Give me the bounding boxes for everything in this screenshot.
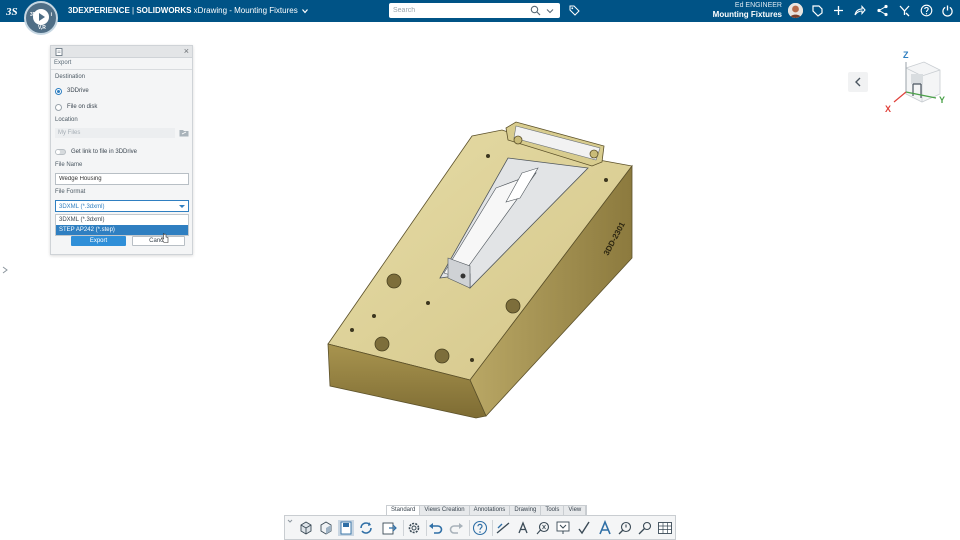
redo-icon[interactable] — [448, 520, 464, 536]
note-icon[interactable] — [637, 520, 653, 536]
axis-y-label: Y — [939, 95, 945, 105]
search-options-chevron-icon[interactable] — [546, 7, 554, 15]
toolbar-separator — [492, 520, 493, 536]
chevron-down-icon[interactable] — [287, 518, 293, 524]
tab-drawing[interactable]: Drawing — [510, 506, 542, 515]
tab-annotations[interactable]: Annotations — [470, 506, 511, 515]
avatar[interactable] — [788, 3, 803, 18]
divider — [51, 69, 192, 70]
axis-x-label: X — [885, 104, 891, 114]
surface-finish-icon[interactable] — [577, 520, 593, 536]
ds-logo-icon[interactable]: 3S — [6, 3, 20, 19]
user-info[interactable]: Ed ENGINEER Mounting Fixtures — [713, 2, 782, 20]
search-box — [389, 3, 560, 18]
network-icon[interactable] — [876, 4, 889, 17]
datum-feature-icon[interactable] — [555, 520, 571, 536]
tab-tools[interactable]: Tools — [541, 506, 565, 515]
toolbar-separator — [403, 520, 404, 536]
search-input[interactable] — [393, 5, 523, 16]
user-name: Ed ENGINEER — [734, 2, 782, 9]
help-icon[interactable] — [920, 4, 933, 17]
location-field: My Files — [55, 128, 175, 138]
update-icon[interactable] — [358, 520, 374, 536]
chevron-down-icon — [179, 205, 185, 208]
file-name-field[interactable] — [55, 173, 189, 185]
help-icon[interactable] — [472, 520, 488, 536]
get-link-toggle[interactable] — [55, 149, 66, 155]
brand-prefix: 3DEXPERIENCE — [68, 6, 130, 15]
app-title[interactable]: 3DEXPERIENCE | SOLIDWORKS xDrawing - Mou… — [68, 6, 308, 15]
radio-3ddrive-label[interactable]: 3DDrive — [67, 88, 89, 94]
brand-name: SOLIDWORKS — [136, 6, 192, 15]
projected-view-icon[interactable] — [318, 520, 334, 536]
collapse-panel-button[interactable] — [848, 72, 868, 92]
search-icon[interactable] — [530, 5, 541, 16]
mouse-cursor-icon — [161, 233, 169, 243]
add-icon[interactable] — [832, 4, 845, 17]
radio-3ddrive[interactable] — [55, 88, 62, 95]
smart-dimension-icon[interactable] — [617, 520, 633, 536]
file-format-value: 3DXML (*.3dxml) — [59, 204, 105, 210]
document-icon — [55, 48, 63, 56]
export-panel: × Export Destination 3DDrive File on dis… — [50, 45, 193, 255]
collab-space: Mounting Fixtures — [712, 10, 782, 19]
axis-z-label: Z — [903, 50, 909, 60]
location-label: Location — [55, 117, 78, 123]
action-bar — [284, 515, 676, 540]
svg-text:3S: 3S — [6, 6, 18, 18]
panel-header[interactable]: × — [51, 46, 192, 58]
side-panel-expand-icon[interactable] — [2, 266, 9, 274]
communicate-icon[interactable] — [811, 4, 824, 17]
compass-icon[interactable]: 3D i V,R — [24, 1, 58, 35]
toolbar-separator — [426, 520, 427, 536]
share-icon[interactable] — [853, 4, 866, 17]
export-drawing-icon[interactable] — [381, 520, 397, 536]
tab-standard[interactable]: Standard — [387, 506, 421, 515]
close-icon[interactable]: × — [184, 47, 189, 56]
top-bar: 3S 3DEXPERIENCE | SOLIDWORKS xDrawing - … — [0, 0, 960, 22]
avatar-icon — [788, 3, 803, 18]
radio-file-on-disk[interactable] — [55, 104, 62, 111]
app-window: 3S 3DEXPERIENCE | SOLIDWORKS xDrawing - … — [0, 0, 960, 540]
app-name: xDrawing — [193, 6, 228, 15]
tab-views-creation[interactable]: Views Creation — [420, 506, 470, 515]
get-link-label: Get link to file in 3DDrive — [71, 149, 138, 155]
text-icon[interactable] — [515, 520, 531, 536]
tab-view[interactable]: View — [564, 506, 587, 515]
chevron-left-icon — [855, 77, 861, 87]
sketch-line-icon[interactable] — [495, 520, 511, 536]
power-icon[interactable] — [941, 4, 954, 17]
tools-icon[interactable] — [898, 4, 911, 17]
format-option-3dxml[interactable]: 3DXML (*.3dxml) — [56, 215, 188, 225]
balloon-icon[interactable] — [535, 520, 551, 536]
compass-label-3d: 3D — [30, 12, 37, 18]
radio-file-on-disk-label[interactable]: File on disk — [67, 104, 97, 110]
play-icon — [39, 13, 45, 21]
folder-icon[interactable] — [179, 129, 189, 137]
standard-views-icon[interactable] — [298, 520, 314, 536]
save-icon[interactable] — [338, 520, 354, 536]
settings-gear-icon[interactable] — [406, 520, 422, 536]
compass-label-vr: V,R — [38, 25, 46, 31]
action-bar-tabs: Standard Views Creation Annotations Drawing… — [386, 505, 588, 515]
file-format-select[interactable]: 3DXML (*.3dxml) — [55, 200, 189, 212]
file-format-label: File Format — [55, 189, 86, 195]
tag-icon[interactable] — [569, 5, 580, 16]
large-text-icon[interactable] — [597, 520, 613, 536]
export-button[interactable]: Export — [71, 236, 126, 246]
file-name-label: File Name — [55, 162, 83, 168]
wedge-housing-model[interactable]: 3DD-2301 — [320, 118, 640, 423]
table-icon[interactable] — [657, 520, 673, 536]
undo-icon[interactable] — [428, 520, 444, 536]
compass-label-i: i — [50, 12, 52, 18]
document-name: Mounting Fixtures — [234, 6, 298, 15]
chevron-down-icon[interactable] — [301, 8, 308, 14]
toolbar-separator — [469, 520, 470, 536]
destination-label: Destination — [55, 74, 86, 80]
view-cube[interactable]: Z Y X — [884, 48, 950, 116]
panel-title: Export — [54, 60, 72, 66]
cancel-button[interactable]: Cancel — [132, 236, 185, 246]
